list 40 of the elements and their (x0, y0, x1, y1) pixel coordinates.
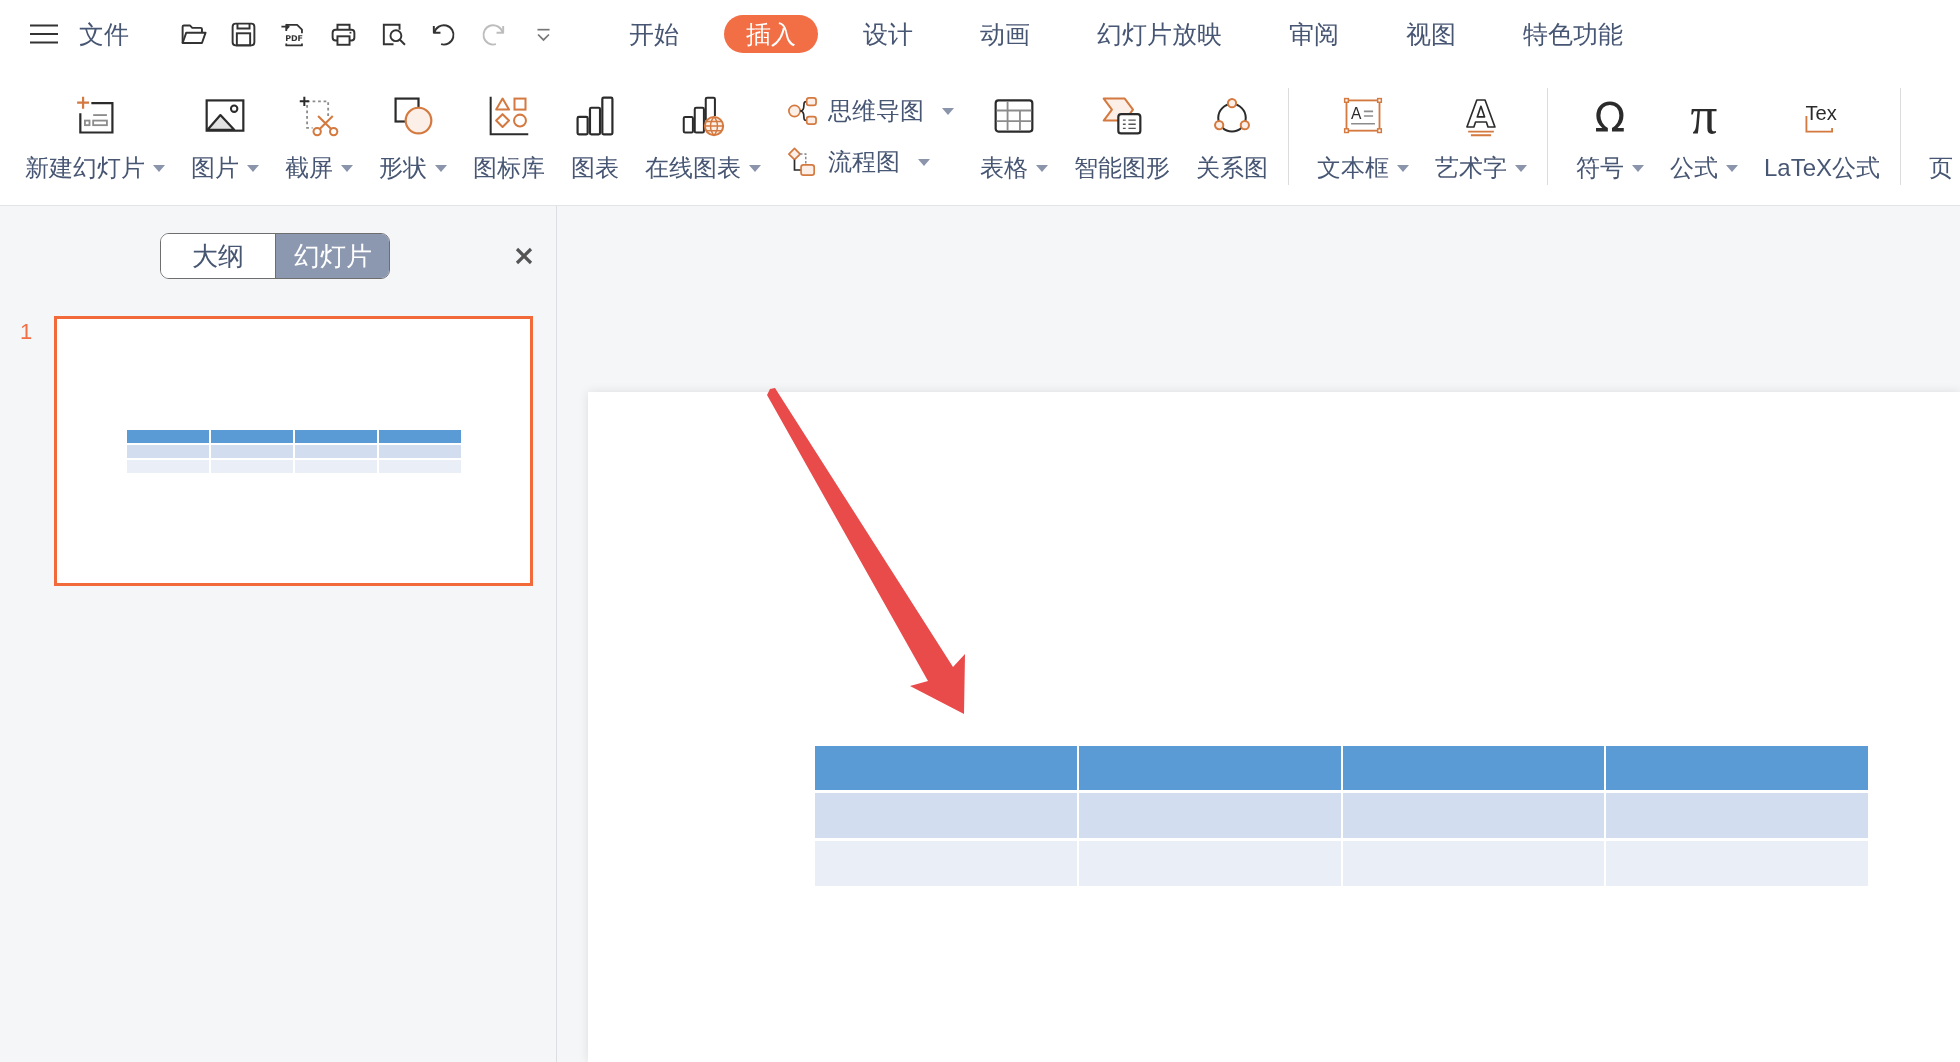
chart-globe-icon (681, 94, 725, 138)
ribbon-button[interactable]: Ω 符号 (1576, 94, 1644, 184)
ribbon-tab[interactable]: 设计 (841, 15, 935, 53)
ribbon-button[interactable]: π 公式 (1670, 94, 1738, 184)
view-tab[interactable]: 大纲 (161, 234, 275, 278)
ribbon-tab[interactable]: 幻灯片放映 (1075, 15, 1244, 53)
ribbon-button[interactable]: 智能图形 (1074, 94, 1170, 184)
bar-chart-icon (573, 94, 617, 138)
ribbon-button[interactable]: 思维导图 (787, 93, 954, 129)
ribbon-button[interactable]: 图表 (571, 94, 619, 184)
ribbon-button[interactable]: 图标库 (473, 94, 545, 184)
ribbon-tab[interactable]: 动画 (958, 15, 1052, 53)
ribbon-tab[interactable]: 开始 (607, 15, 701, 53)
ribbon-tab[interactable]: 特色功能 (1501, 15, 1645, 53)
ribbon-button[interactable]: 截屏 (285, 94, 353, 184)
shape-library-icon (487, 94, 531, 138)
mind-map-icon (787, 96, 817, 126)
close-icon[interactable] (515, 247, 533, 265)
ribbon-button[interactable]: 新建幻灯片 (25, 94, 165, 184)
scissors-icon (297, 94, 341, 138)
omega-icon: Ω (1588, 94, 1632, 138)
menu-icon[interactable] (30, 24, 58, 44)
ribbon-button[interactable]: 在线图表 (645, 94, 761, 184)
ribbon-tab[interactable]: 视图 (1384, 15, 1478, 53)
pi-icon: π (1682, 94, 1726, 138)
ribbon-button[interactable]: 流程图 (787, 144, 954, 180)
ribbon-tab[interactable]: 审阅 (1267, 15, 1361, 53)
ribbon-button[interactable]: 页 (1929, 152, 1954, 184)
ribbon-button[interactable]: 图片 (191, 94, 259, 184)
ribbon-button[interactable]: 表格 (980, 94, 1048, 184)
ribbon-button[interactable]: 形状 (379, 94, 447, 184)
slide-thumbnail[interactable] (54, 316, 533, 586)
ribbon-button[interactable]: 关系图 (1196, 94, 1268, 184)
slide-number: 1 (19, 318, 34, 346)
ribbon-button[interactable]: A 文本框 (1317, 94, 1409, 184)
flowchart-icon (787, 147, 817, 177)
ribbon-button[interactable]: Tex LaTeX公式 (1764, 94, 1881, 184)
ribbon-button[interactable]: A 艺术字 (1435, 94, 1527, 184)
file-menu[interactable]: 文件 (79, 21, 129, 47)
shapes-icon (391, 94, 435, 138)
